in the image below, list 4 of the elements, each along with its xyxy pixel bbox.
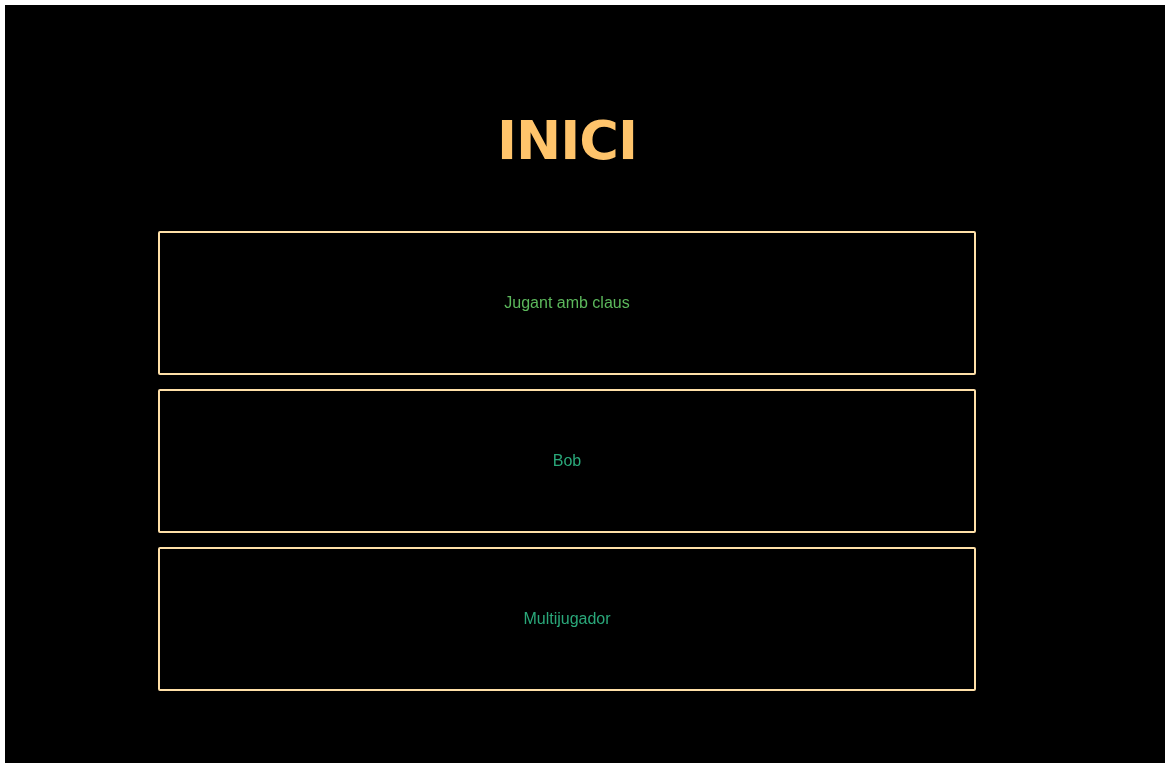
page-title: INICI (495, 109, 639, 173)
menu-button[interactable]: Multijugador (158, 547, 976, 691)
menu-button[interactable]: Jugant amb claus (158, 231, 976, 375)
menu-button[interactable]: Bob (158, 389, 976, 533)
